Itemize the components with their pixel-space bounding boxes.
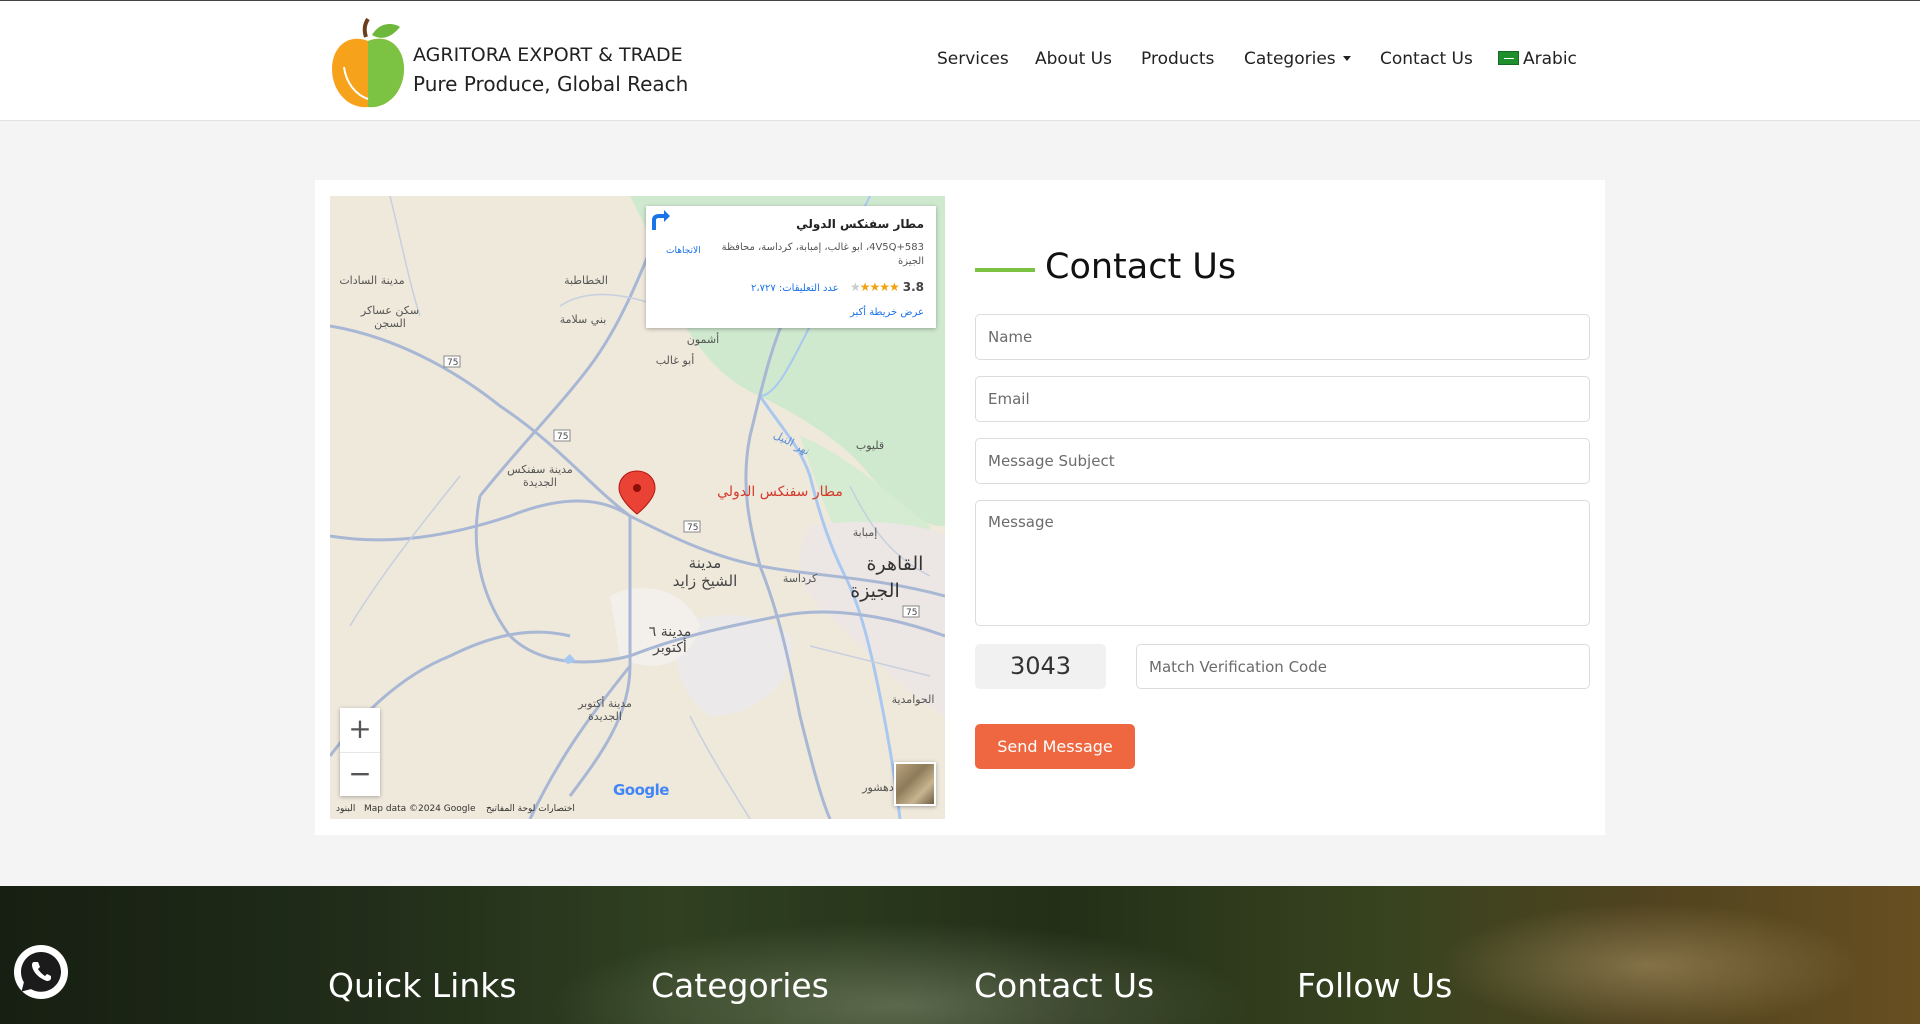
zoom-control: + − xyxy=(340,708,380,796)
email-input[interactable] xyxy=(975,376,1590,422)
name-input[interactable] xyxy=(975,314,1590,360)
directions-label[interactable]: الاتجاهات xyxy=(666,246,701,256)
contact-heading: Contact Us xyxy=(1045,247,1237,287)
footer-categories: Categories xyxy=(651,966,829,1005)
nav-arabic-label: Arabic xyxy=(1523,49,1577,69)
reviews-link[interactable]: عدد التعليقات: ٢،٧٢٧ xyxy=(751,283,839,294)
nav-arabic[interactable]: Arabic xyxy=(1498,49,1577,69)
map-label: أكتوبر xyxy=(652,638,687,656)
nav-contact-us[interactable]: Contact Us xyxy=(1380,49,1473,69)
map-label: الجديدة xyxy=(588,710,622,723)
subject-input[interactable] xyxy=(975,438,1590,484)
road-shield: 75 xyxy=(557,432,568,442)
whatsapp-button[interactable] xyxy=(14,945,68,999)
map-label: الجديدة xyxy=(523,476,557,489)
map-label: الخطاطبة xyxy=(564,274,608,287)
map-label: الشيخ زايد xyxy=(673,572,738,590)
brand[interactable]: AGRITORA EXPORT & TRADE Pure Produce, Gl… xyxy=(413,41,688,99)
map-label: قليوب xyxy=(856,439,884,452)
google-logo-text: Google xyxy=(613,781,669,799)
map-label: مدينة سفنكس xyxy=(507,463,573,476)
map-label: سكن عساكر xyxy=(360,304,419,317)
directions-icon[interactable] xyxy=(646,206,672,232)
google-logo: Google xyxy=(613,781,669,799)
map-label: بني سلامة xyxy=(560,313,607,326)
map-label: مدينة السادات xyxy=(339,274,404,287)
marker-label: مطار سفنكس الدولي xyxy=(717,484,843,500)
map-label: مدينة أكتوبر xyxy=(577,696,632,710)
brand-name: AGRITORA EXPORT & TRADE xyxy=(413,44,683,66)
saudi-flag-icon xyxy=(1498,51,1519,65)
road-shield: 75 xyxy=(447,358,458,368)
brand-tagline: Pure Produce, Global Reach xyxy=(413,72,689,96)
footer-contact-us: Contact Us xyxy=(974,966,1155,1005)
send-message-button[interactable]: Send Message xyxy=(975,724,1135,769)
zoom-out-button[interactable]: − xyxy=(340,752,380,796)
footer-quick-links: Quick Links xyxy=(328,966,517,1005)
map-label: إمبابة xyxy=(853,526,878,539)
nav-categories[interactable]: Categories xyxy=(1244,49,1351,69)
map-label: دهشور xyxy=(861,781,894,794)
map-data-text: Map data ©2024 Google xyxy=(364,804,476,814)
nav-services[interactable]: Services xyxy=(937,49,1009,69)
rating-value: 3.8 xyxy=(902,280,924,294)
map-label: أبو غالب xyxy=(656,353,695,367)
place-info-card: مطار سفنكس الدولي 4V5Q+583، ابو غالب، إم… xyxy=(646,206,936,328)
map-label: مدينة xyxy=(689,554,722,572)
message-textarea[interactable] xyxy=(975,500,1590,626)
nav-categories-label: Categories xyxy=(1244,49,1336,69)
map-label: القاهرة xyxy=(867,553,924,575)
heading-accent-line xyxy=(975,268,1035,272)
apple-logo-icon[interactable] xyxy=(328,11,408,111)
verification-code-input[interactable] xyxy=(1136,644,1590,689)
place-address: 4V5Q+583، ابو غالب، إمبابة، كرداسة، محاف… xyxy=(721,242,924,267)
road-shield: 75 xyxy=(687,523,698,533)
place-rating: 3.8★★★★★ xyxy=(850,280,924,294)
map-attribution: البنود Map data ©2024 Google اختصارات لو… xyxy=(330,800,945,819)
map-label: مدينة ٦ xyxy=(649,624,691,640)
whatsapp-icon xyxy=(15,946,67,998)
chevron-down-icon xyxy=(1342,56,1351,61)
captcha-code: 3043 xyxy=(975,644,1106,689)
map-label: أشمون xyxy=(687,332,719,346)
google-map[interactable]: 75 75 75 75 مدينة السادات الخطاطبة سكن ع… xyxy=(330,196,945,819)
map-label: السجن xyxy=(374,317,406,330)
nav-about-us[interactable]: About Us xyxy=(1035,49,1112,69)
terms-link[interactable]: البنود xyxy=(336,804,355,814)
site-footer: Quick Links Categories Contact Us Follow… xyxy=(0,886,1920,1024)
site-header: AGRITORA EXPORT & TRADE Pure Produce, Gl… xyxy=(0,1,1920,121)
map-label: كرداسة xyxy=(783,572,818,585)
star-rating-icon: ★★★★★ xyxy=(849,280,900,294)
map-label: الحوامدية xyxy=(892,693,935,706)
place-title: مطار سفنكس الدولي xyxy=(796,217,924,231)
footer-follow-us: Follow Us xyxy=(1297,966,1453,1005)
nav-products[interactable]: Products xyxy=(1141,49,1214,69)
zoom-in-button[interactable]: + xyxy=(340,708,380,752)
keyboard-shortcuts-link[interactable]: اختصارات لوحة المفاتيح xyxy=(486,804,575,814)
view-larger-map-link[interactable]: عرض خريطة أكبر xyxy=(850,307,924,318)
map-label: الجيزة xyxy=(850,580,900,602)
road-shield: 75 xyxy=(906,608,917,618)
